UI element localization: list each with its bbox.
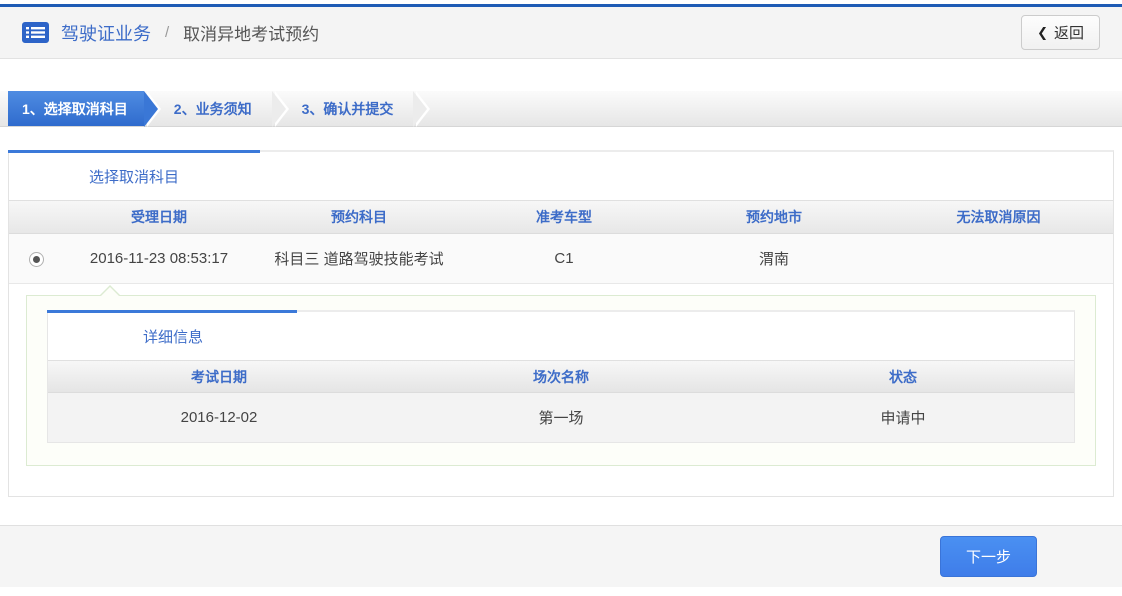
list-icon <box>22 22 49 43</box>
col-header-city: 预约地市 <box>664 207 884 227</box>
main-panel: 选择取消科目 受理日期 预约科目 准考车型 预约地市 无法取消原因 2016-1… <box>8 150 1114 497</box>
col-header-subject: 预约科目 <box>254 207 464 227</box>
detail-tab-underline <box>47 310 297 313</box>
breadcrumb-separator: / <box>165 24 169 41</box>
col-header-vehicle-type: 准考车型 <box>464 207 664 227</box>
back-button[interactable]: ❮ 返回 <box>1021 15 1100 50</box>
step-tab-2-business-notice[interactable]: 2、业务须知 <box>144 91 272 126</box>
next-step-button[interactable]: 下一步 <box>940 536 1037 577</box>
page: 驾驶证业务 / 取消异地考试预约 ❮ 返回 1、选择取消科目 2、业务须知 3、… <box>0 0 1122 596</box>
col-header-cancel-reason: 无法取消原因 <box>884 207 1113 227</box>
footer-action-bar: 下一步 <box>0 525 1122 587</box>
cell-city: 渭南 <box>664 248 884 269</box>
detail-table-header: 考试日期 场次名称 状态 <box>48 360 1074 393</box>
appointments-table-header: 受理日期 预约科目 准考车型 预约地市 无法取消原因 <box>9 200 1113 234</box>
step-tab-3-confirm-submit[interactable]: 3、确认并提交 <box>272 91 414 126</box>
cell-status: 申请中 <box>732 407 1074 428</box>
active-tab-underline <box>8 150 260 153</box>
cell-exam-date: 2016-12-02 <box>48 409 390 426</box>
page-title: 驾驶证业务 <box>61 20 151 46</box>
callout-notch <box>99 285 121 296</box>
tab-detail-info[interactable]: 详细信息 <box>48 312 203 360</box>
detail-table-row: 2016-12-02 第一场 申请中 <box>48 393 1074 442</box>
table-row[interactable]: 2016-11-23 08:53:17 科目三 道路驾驶技能考试 C1 渭南 <box>9 234 1113 284</box>
cell-vehicle-type: C1 <box>464 250 664 267</box>
col-header-exam-date: 考试日期 <box>48 367 390 387</box>
tab-select-cancel-subject[interactable]: 选择取消科目 <box>9 152 179 200</box>
detail-callout: 详细信息 考试日期 场次名称 状态 2016-12-02 第一场 申请中 <box>26 295 1096 466</box>
cell-accept-date: 2016-11-23 08:53:17 <box>64 250 254 267</box>
step-tab-1-select-subject[interactable]: 1、选择取消科目 <box>8 91 144 126</box>
detail-panel: 详细信息 考试日期 场次名称 状态 2016-12-02 第一场 申请中 <box>47 310 1075 443</box>
col-header-session-name: 场次名称 <box>390 367 732 387</box>
breadcrumb-current: 取消异地考试预约 <box>183 20 319 45</box>
cell-subject: 科目三 道路驾驶技能考试 <box>254 248 464 269</box>
step-tabs: 1、选择取消科目 2、业务须知 3、确认并提交 <box>0 91 1122 127</box>
header-bar: 驾驶证业务 / 取消异地考试预约 ❮ 返回 <box>0 4 1122 59</box>
col-header-accept-date: 受理日期 <box>64 207 254 227</box>
row-select-radio[interactable] <box>29 252 44 267</box>
cell-session-name: 第一场 <box>390 407 732 428</box>
back-button-label: 返回 <box>1054 22 1084 43</box>
chevron-left-icon: ❮ <box>1037 25 1048 41</box>
col-header-status: 状态 <box>732 367 1074 387</box>
